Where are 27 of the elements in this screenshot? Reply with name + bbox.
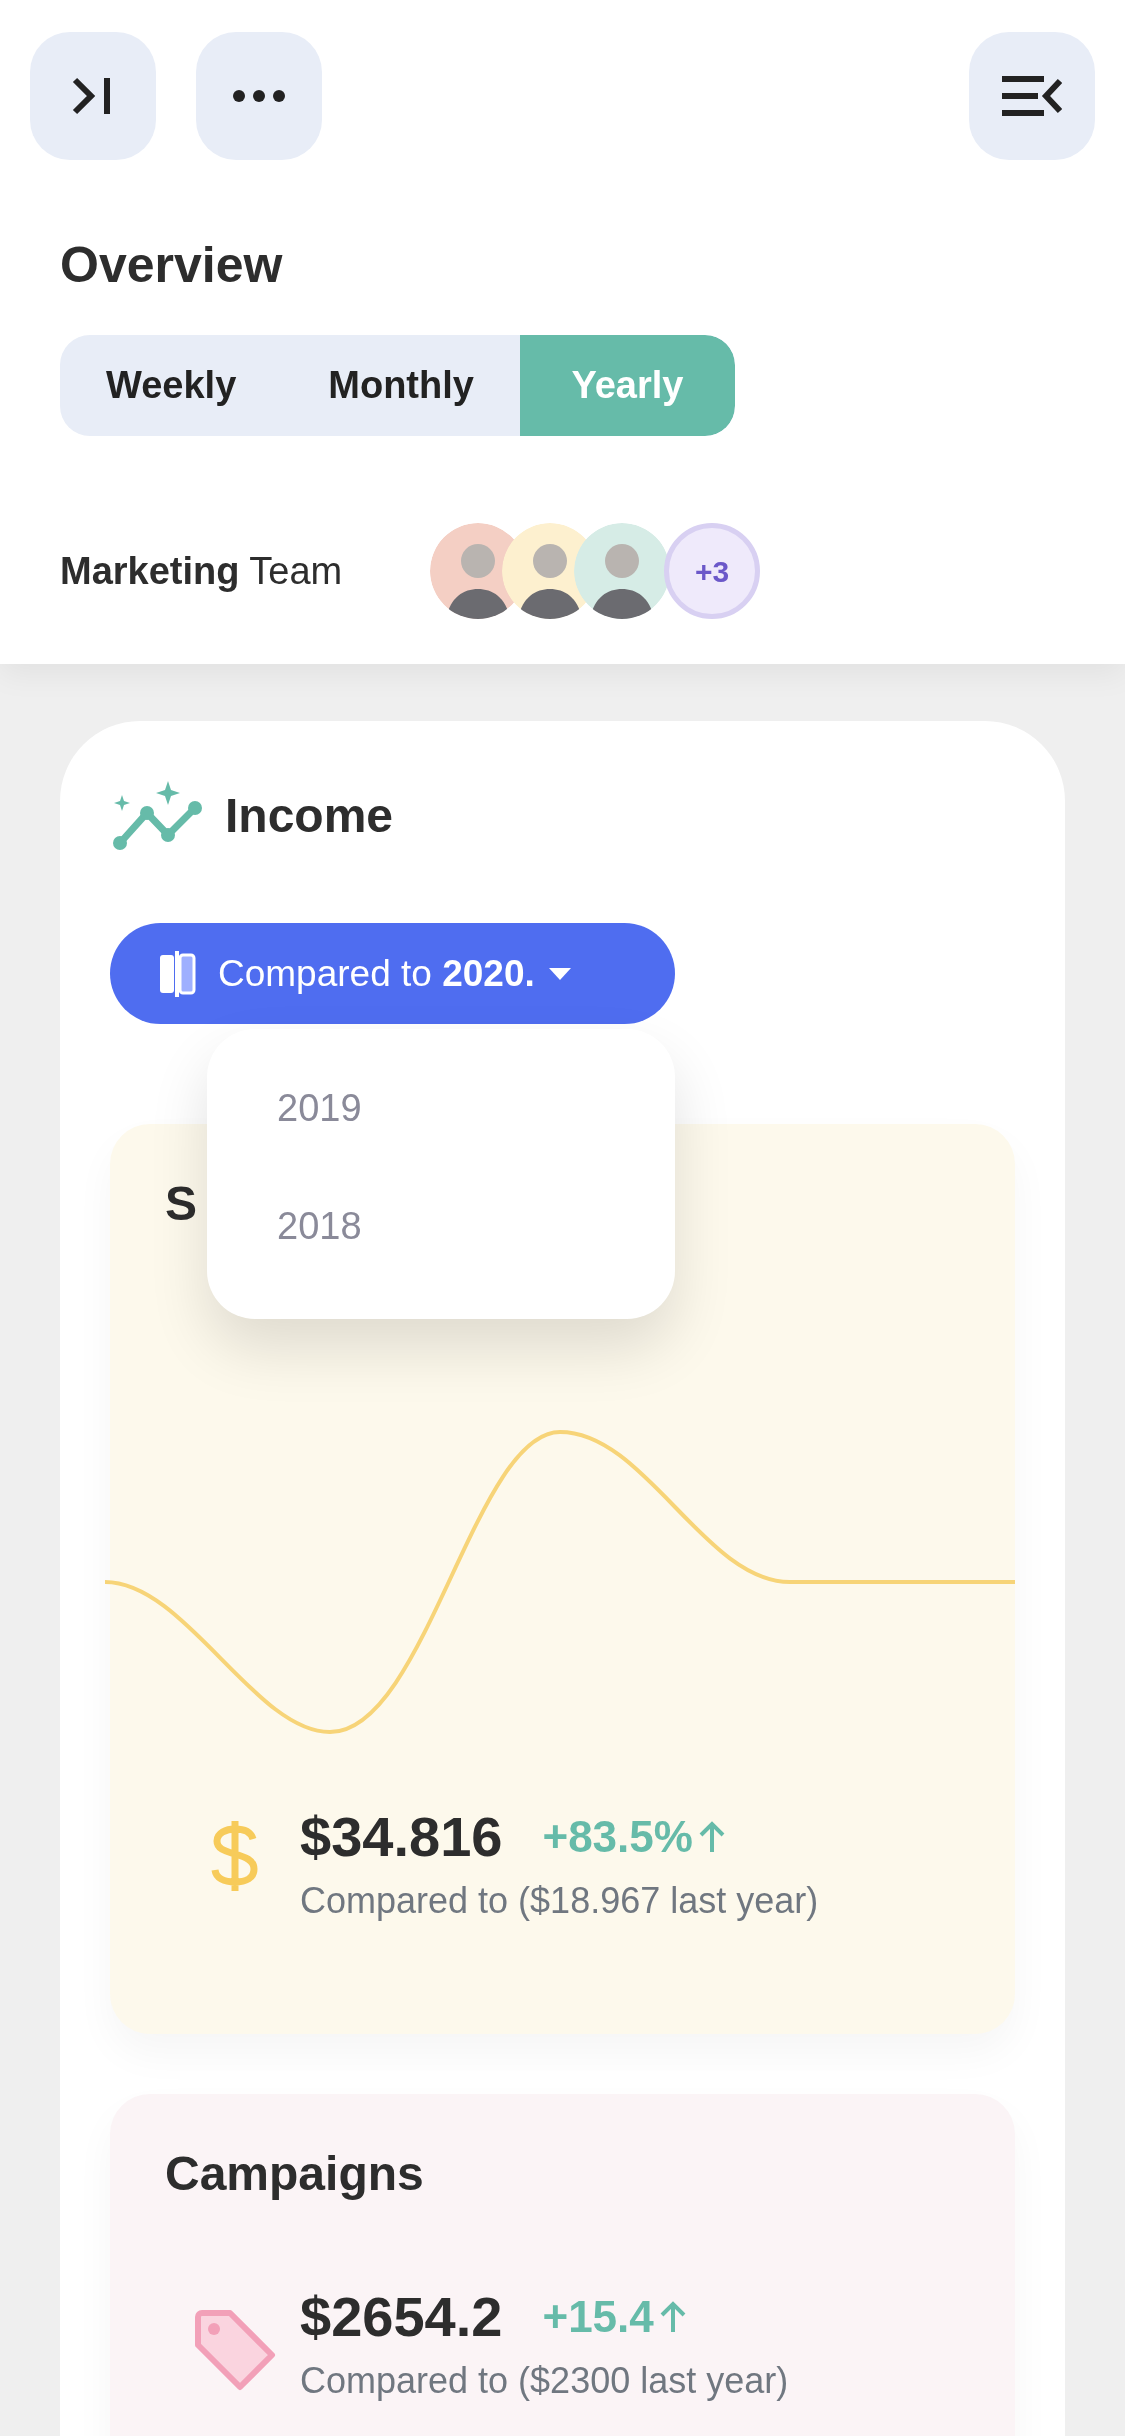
more-members-count: +3 — [664, 523, 760, 619]
team-name: Marketing Team — [60, 548, 344, 594]
comparison-note: Compared to ($18.967 last year) — [300, 1879, 819, 1923]
income-title: Income — [225, 788, 394, 844]
amount: $34.816 — [300, 1804, 503, 1870]
card-title: Campaigns — [165, 2147, 424, 2200]
change-percent: +15.4 — [542, 2291, 654, 2343]
more-button[interactable] — [196, 32, 322, 160]
change-percent: +83.5% — [542, 1811, 693, 1863]
period-tab[interactable]: Yearly — [519, 335, 735, 436]
compare-year-dropdown[interactable]: Compared to 2020. — [110, 923, 675, 1024]
compare-icon — [158, 950, 196, 997]
period-tab[interactable]: Monthly — [282, 335, 520, 436]
year-option[interactable]: 2019 — [277, 1069, 675, 1147]
menu-button[interactable] — [969, 32, 1095, 160]
trend-sparkle-icon — [110, 781, 202, 851]
period-tab[interactable]: Weekly — [60, 335, 283, 436]
menu-icon — [1002, 75, 1062, 117]
year-option[interactable]: 2018 — [277, 1187, 675, 1265]
caret-icon — [548, 967, 571, 980]
amount: $2654.2 — [300, 2284, 503, 2350]
overview-title: Overview — [60, 236, 284, 295]
card-title: S — [165, 1177, 197, 1230]
comparison-note: Compared to ($2300 last year) — [300, 2359, 789, 2403]
collapse-button[interactable] — [30, 32, 156, 160]
dollar-icon — [211, 1819, 259, 1893]
more-icon — [232, 89, 286, 103]
